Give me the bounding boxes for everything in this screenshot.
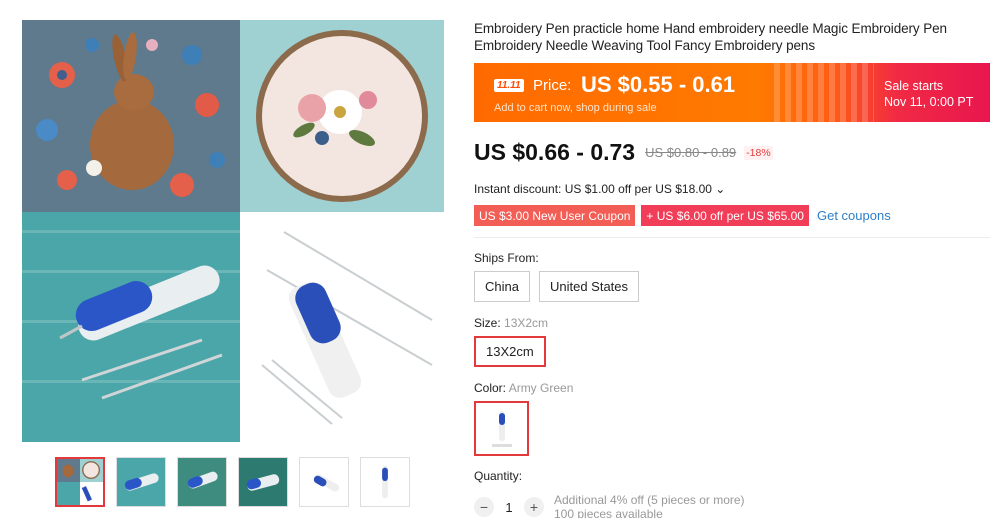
ships-from-options: China United States: [474, 271, 990, 302]
size-label: Size:: [474, 316, 501, 330]
price-row: US $0.66 - 0.73 US $0.80 - 0.89 -18%: [474, 139, 990, 166]
original-price: US $0.80 - 0.89: [645, 145, 737, 160]
size-selected-value: 13X2cm: [504, 316, 549, 330]
quantity-value[interactable]: 1: [494, 500, 524, 515]
color-selected-value: Army Green: [508, 381, 574, 395]
ships-from-united-states[interactable]: United States: [538, 271, 640, 302]
thumbnail-strip: [55, 457, 410, 507]
size-options: 13X2cm: [474, 336, 990, 367]
banner-decoration: [774, 63, 874, 122]
store-coupon[interactable]: + US $6.00 off per US $65.00: [641, 205, 809, 226]
color-label-row: Color: Army Green: [474, 381, 990, 395]
coupon-row: US $3.00 New User Coupon + US $6.00 off …: [474, 205, 990, 226]
embroidery-hoop: [256, 30, 428, 202]
discount-badge: -18%: [744, 145, 773, 160]
pen-thumbnail-icon: [491, 410, 512, 447]
sale-start-label: Sale starts: [884, 79, 944, 93]
current-price: US $0.66 - 0.73: [474, 139, 636, 165]
plus-icon[interactable]: +: [524, 497, 544, 517]
thumbnail-3[interactable]: [177, 457, 227, 507]
quantity-note: Additional 4% off (5 pieces or more) 100…: [554, 493, 745, 518]
ships-from-label: Ships From:: [474, 251, 539, 265]
product-info: Embroidery Pen practicle home Hand embro…: [474, 20, 990, 518]
color-label: Color:: [474, 381, 507, 395]
new-user-coupon[interactable]: US $3.00 New User Coupon: [474, 205, 636, 226]
quantity-stepper: − 1 + Additional 4% off (5 pieces or mor…: [474, 493, 990, 518]
ships-from-china[interactable]: China: [474, 271, 530, 302]
sale-start-date: Nov 11, 0:00 PT: [884, 95, 974, 109]
product-title: Embroidery Pen practicle home Hand embro…: [474, 21, 947, 53]
sale-start-info: Sale starts Nov 11, 0:00 PT: [884, 78, 973, 110]
bulk-discount-note: Additional 4% off (5 pieces or more): [554, 493, 745, 507]
color-swatch-army-green[interactable]: [474, 401, 529, 456]
main-product-image[interactable]: [22, 20, 444, 442]
size-label-row: Size: 13X2cm: [474, 316, 990, 330]
thumbnail-1[interactable]: [55, 457, 105, 507]
instant-discount[interactable]: Instant discount: US $1.00 off per US $1…: [474, 182, 990, 196]
availability-note: 100 pieces available: [554, 507, 663, 518]
size-option-13x2cm[interactable]: 13X2cm: [474, 336, 546, 367]
promo-price: US $0.55 - 0.61: [581, 72, 736, 97]
quantity-label: Quantity:: [474, 469, 523, 483]
promo-price-label: Price:: [533, 77, 572, 94]
sale-banner: 11.11 Price: US $0.55 - 0.61 Add to cart…: [474, 63, 990, 122]
thumbnail-4[interactable]: [238, 457, 288, 507]
thumbnail-5[interactable]: [299, 457, 349, 507]
get-coupons-link[interactable]: Get coupons: [817, 208, 891, 223]
promo-subtext: Add to cart now, shop during sale: [494, 102, 657, 114]
thumbnail-2[interactable]: [116, 457, 166, 507]
divider: [474, 237, 990, 238]
minus-icon[interactable]: −: [474, 497, 494, 517]
sale-badge: 11.11: [494, 79, 524, 92]
thumbnail-6[interactable]: [360, 457, 410, 507]
